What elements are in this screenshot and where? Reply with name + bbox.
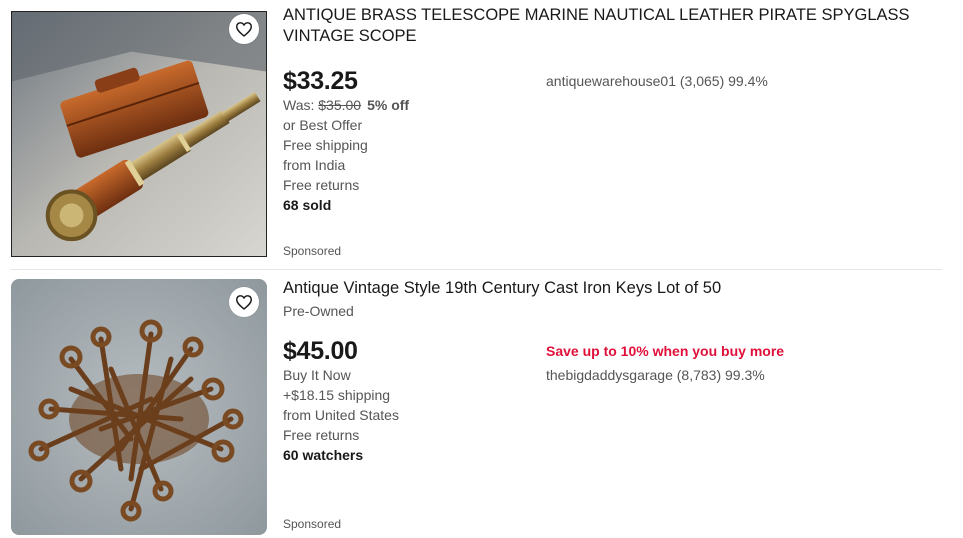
listing-image[interactable] bbox=[11, 11, 267, 257]
listing-price: $33.25 bbox=[283, 67, 358, 95]
condition-text: Pre-Owned bbox=[283, 303, 354, 319]
shipping-text: +$18.15 shipping bbox=[283, 387, 391, 403]
discount-badge: 5% off bbox=[367, 97, 410, 113]
origin-text: from India bbox=[283, 157, 346, 173]
listing-card: Antique Vintage Style 19th Century Cast … bbox=[0, 271, 963, 538]
keys-photo bbox=[11, 279, 267, 535]
seller-info: thebigdaddysgarage (8,783) 99.3% bbox=[546, 367, 765, 383]
original-price: $35.00 bbox=[318, 97, 362, 113]
watchers-count: 60 watchers bbox=[283, 447, 364, 463]
sold-count: 68 sold bbox=[283, 197, 332, 213]
buy-format-text: Buy It Now bbox=[283, 367, 351, 383]
watch-button[interactable] bbox=[229, 14, 259, 44]
listing-title[interactable]: ANTIQUE BRASS TELESCOPE MARINE NAUTICAL … bbox=[283, 5, 933, 47]
was-label: Was: bbox=[283, 97, 319, 113]
telescope-photo bbox=[12, 12, 266, 256]
sponsored-label: Sponsored bbox=[283, 517, 342, 531]
shipping-text: Free shipping bbox=[283, 137, 368, 153]
listing-card: ANTIQUE BRASS TELESCOPE MARINE NAUTICAL … bbox=[0, 0, 963, 270]
returns-text: Free returns bbox=[283, 427, 360, 443]
listing-title[interactable]: Antique Vintage Style 19th Century Cast … bbox=[283, 278, 933, 299]
best-offer-text: or Best Offer bbox=[283, 117, 363, 133]
heart-icon bbox=[235, 295, 253, 310]
promo-text: Save up to 10% when you buy more bbox=[546, 343, 785, 359]
was-price-line: Was: $35.00 5% off bbox=[283, 95, 409, 115]
sponsored-label: Sponsored bbox=[283, 244, 342, 258]
returns-text: Free returns bbox=[283, 177, 360, 193]
watch-button[interactable] bbox=[229, 287, 259, 317]
listing-divider bbox=[11, 269, 942, 270]
seller-info: antiquewarehouse01 (3,065) 99.4% bbox=[546, 73, 768, 89]
listing-price: $45.00 bbox=[283, 337, 358, 365]
origin-text: from United States bbox=[283, 407, 399, 423]
listing-image[interactable] bbox=[11, 279, 267, 535]
heart-icon bbox=[235, 22, 253, 37]
